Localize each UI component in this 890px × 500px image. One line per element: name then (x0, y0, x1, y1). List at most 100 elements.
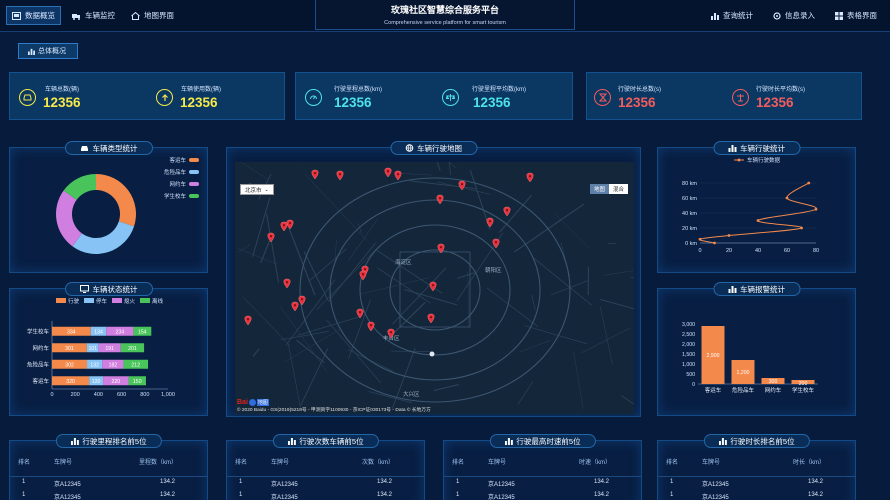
baidu-logo-text2: 地图 (256, 399, 269, 406)
legend-swatch[interactable] (112, 298, 122, 303)
y-tick-label: 网约车 (32, 344, 49, 352)
table-header: 排名 车牌号 次数（km） (227, 457, 424, 469)
stat-panel-mileage: 行驶里程总数(km) 12356 行驶里程平均数(km) 12356 (295, 72, 573, 120)
bar-value-label: 301 (65, 346, 74, 352)
table-row[interactable]: 1 京A12345 134.2 (658, 492, 855, 500)
nav-map-view[interactable]: 地图界面 (126, 6, 179, 25)
trip-data-point[interactable] (814, 207, 818, 211)
trip-data-point[interactable] (713, 241, 716, 245)
table-cell: 1 (22, 479, 26, 485)
map-pin-dot (246, 318, 250, 321)
x-tick-label: 40 (755, 248, 761, 254)
stat-label: 车辆使用数(辆) (181, 87, 221, 93)
ranking-table-card: 行驶最高时速前5位 排名 车牌号 时速（km） 1 京A12345 134.2 1 京A1234… (443, 434, 642, 500)
table-header-cell: 时长（km） (793, 460, 825, 466)
y-tick-label: 2,500 (682, 332, 695, 338)
map-pin-dot (494, 241, 498, 244)
table-header-cell: 车牌号 (54, 460, 73, 466)
table-row[interactable]: 1 京A12345 134.2 (444, 476, 641, 488)
bar-chart-icon (718, 438, 727, 445)
balance-icon (732, 89, 749, 106)
table-cell: 1 (239, 479, 243, 485)
table-header-cell: 车牌号 (271, 460, 290, 466)
stat-value: 12356 (43, 95, 81, 110)
card-title-label: 行驶时长排名前5位 (730, 436, 795, 446)
legend-swatch[interactable] (189, 170, 199, 174)
legend-label: 熄火 (124, 297, 136, 305)
table-header-cell: 时速（km） (579, 460, 611, 466)
x-tick-label: 0 (698, 248, 701, 254)
table-header-cell: 排名 (452, 460, 465, 466)
nav-query-stats[interactable]: 查询统计 (706, 6, 758, 25)
legend-marker[interactable] (737, 158, 741, 162)
bar-value-label: 234 (116, 329, 125, 335)
bar-value-label: 201 (128, 346, 137, 352)
legend-swatch[interactable] (140, 298, 150, 303)
overview-button[interactable]: 总体概况 (18, 43, 78, 59)
legend-swatch[interactable] (84, 298, 94, 303)
table-row[interactable]: 1 京A12345 134.2 (227, 476, 424, 488)
legend-swatch[interactable] (189, 194, 199, 198)
dashboard-icon (12, 11, 21, 20)
table-cell: 京A12345 (54, 495, 81, 500)
table-cell: 134.2 (159, 479, 175, 485)
map-type-hybrid[interactable]: 混合 (608, 184, 628, 194)
legend-label: 学生校车 (164, 192, 187, 200)
stat-value: 12356 (756, 95, 794, 110)
gear-icon (773, 11, 781, 20)
vehicle-status-card: 车辆状态统计 行驶 停车 熄火 离线 0 200 400 600 800 1,000 客运车 320 1… (9, 282, 208, 416)
nav-data-overview[interactable]: 数据概览 (6, 6, 61, 25)
pie-slice-网约车[interactable] (56, 190, 82, 247)
y-tick-label: 0 km (685, 241, 697, 247)
map-type-map[interactable]: 地图 (589, 184, 609, 194)
car-icon (19, 89, 36, 106)
y-tick-label: 2,000 (682, 342, 695, 348)
table-row[interactable]: 1 京A12345 134.2 (227, 492, 424, 500)
x-tick-label: 400 (94, 392, 103, 398)
table-row[interactable]: 1 京A12345 134.2 (10, 492, 207, 500)
pie-slice-客运车[interactable] (96, 174, 136, 227)
table-row[interactable]: 1 京A12345 134.2 (658, 476, 855, 488)
legend-label: 行驶 (68, 297, 80, 305)
nav-right: 查询统计 信息录入 表格界面 (706, 6, 882, 25)
map-canvas[interactable]: 海淀区 朝阳区 丰台区 大兴区 北京市 ⌄ 地图 混合 © 2020 Baidu - … (235, 162, 634, 414)
legend-swatch[interactable] (189, 158, 199, 162)
bar-chart-icon (70, 438, 79, 445)
nav-label: 查询统计 (723, 11, 753, 20)
trip-data-point[interactable] (785, 196, 789, 200)
dashboard-root: 数据概览 车辆监控 地图界面 玫瑰社区智慧综合服务平台 Comprehensiv… (0, 0, 890, 500)
nav-info-entry[interactable]: 信息录入 (768, 6, 820, 25)
legend-swatch[interactable] (56, 298, 66, 303)
trip-data-point[interactable] (698, 237, 702, 241)
bar-chart-icon (504, 438, 513, 445)
gauge-icon (305, 89, 322, 106)
bar-value-label: 150 (133, 379, 142, 385)
x-tick-label: 600 (117, 392, 126, 398)
legend-swatch[interactable] (189, 182, 199, 186)
map-pin-dot (488, 220, 492, 223)
trip-data-point[interactable] (807, 181, 811, 185)
trip-data-point[interactable] (727, 234, 731, 237)
card-title: 车辆行驶地图 (390, 141, 477, 155)
legend-label: 客运车 (169, 156, 186, 164)
table-row[interactable]: 1 京A12345 134.2 (10, 476, 207, 488)
trip-data-point[interactable] (756, 219, 760, 222)
stat-panel-vehicles: 车辆总数(辆) 12356 车辆使用数(辆) 12356 (9, 72, 285, 120)
nav-vehicle-monitor[interactable]: 车辆监控 (67, 6, 120, 25)
pie-slice-危险品车[interactable] (72, 221, 135, 254)
grid-icon (835, 11, 843, 20)
page-title: 玫瑰社区智慧综合服务平台 (390, 5, 499, 15)
trip-data-point[interactable] (800, 226, 803, 230)
y-tick-label: 1,500 (682, 352, 695, 358)
nav-label: 地图界面 (144, 11, 174, 20)
map-pin-dot (389, 331, 393, 334)
table-row[interactable]: 1 京A12345 134.2 (444, 492, 641, 500)
vehicle-alarm-bar-chart: 0 500 1,000 1,500 2,000 2,500 3,000 2,900 客运车 1,2… (682, 322, 818, 394)
map-graphics: 海淀区朝阳区丰台区大兴区 (235, 162, 634, 414)
stat-value: 12356 (334, 95, 372, 110)
x-tick-label: 800 (140, 392, 149, 398)
nav-table-view[interactable]: 表格界面 (830, 6, 882, 25)
map-pin-dot (338, 173, 342, 176)
table-cell: 京A12345 (702, 495, 729, 500)
city-selector[interactable]: 北京市 ⌄ (240, 184, 274, 195)
